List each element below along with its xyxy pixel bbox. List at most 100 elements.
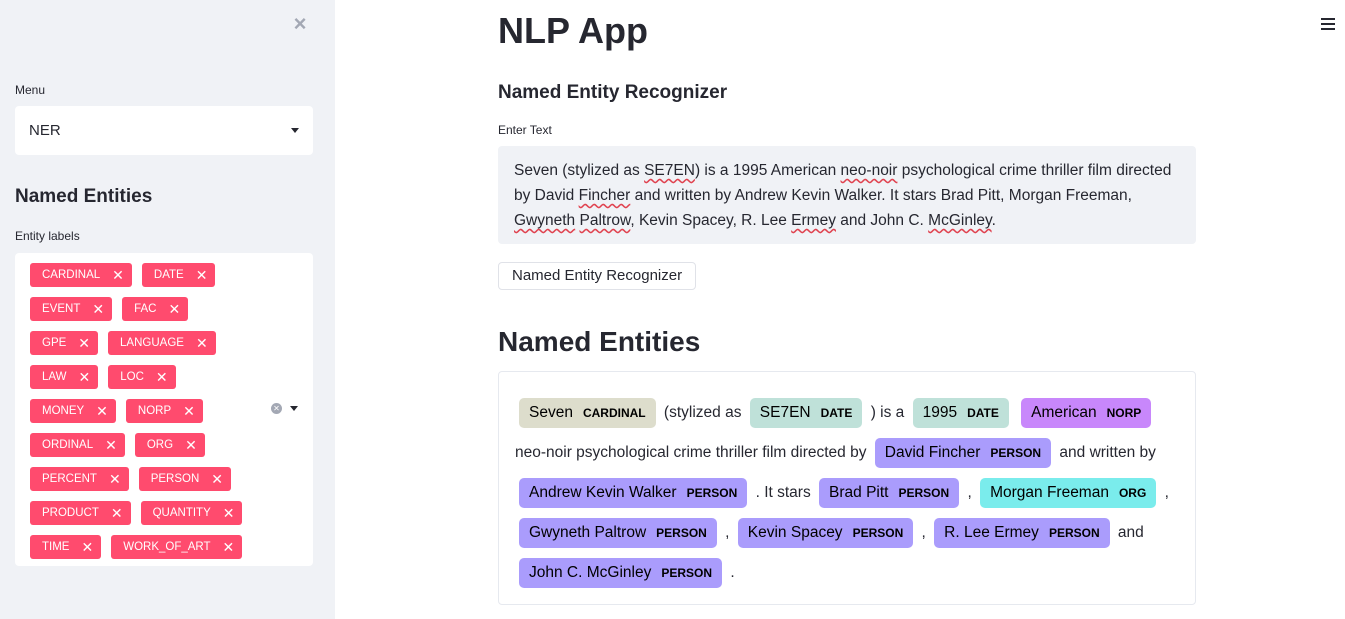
entity-label: DATE: [967, 406, 999, 420]
entity-highlight: John C. McGinley PERSON: [519, 558, 723, 588]
entity-highlight: 1995 DATE: [912, 398, 1009, 428]
entity-tag: DATE ✕: [141, 263, 216, 287]
entity-tag-label: LANGUAGE: [120, 337, 184, 349]
tag-list: CARDINAL ✕ DATE ✕ EVENT ✕ FAC ✕ GPE ✕ LANGUAGE ✕ LAW…: [30, 263, 260, 569]
clear-all-icon[interactable]: ✕: [271, 403, 282, 414]
entity-tag-label: FAC: [134, 303, 157, 315]
entity-tag: NORP ✕: [125, 399, 203, 423]
entity-tag: MONEY ✕: [30, 399, 116, 423]
entity-text: Gwyneth Paltrow: [529, 524, 647, 541]
entity-highlight: R. Lee Ermey PERSON: [934, 518, 1110, 548]
entity-tag: TIME ✕: [30, 535, 102, 559]
remove-tag-icon[interactable]: ✕: [168, 302, 180, 316]
text-segment: and written by Andrew Kevin Walker. It s…: [630, 187, 1132, 204]
remove-tag-icon[interactable]: ✕: [183, 404, 195, 418]
text-segment: , Kevin Spacey, R. Lee: [630, 212, 792, 229]
entity-tag-label: WORK_OF_ART: [123, 541, 211, 553]
ner-output: Seven CARDINAL (stylized as SE7EN DATE ) i…: [498, 371, 1196, 605]
entity-tag: ORG ✕: [134, 433, 205, 457]
remove-tag-icon[interactable]: ✕: [112, 268, 124, 282]
entity-tag: LOC ✕: [108, 365, 176, 389]
entity-tag-label: EVENT: [42, 303, 81, 315]
entity-label: PERSON: [686, 486, 738, 500]
plain-text: and: [1113, 524, 1149, 541]
remove-tag-icon[interactable]: ✕: [92, 302, 104, 316]
remove-tag-icon[interactable]: ✕: [156, 370, 168, 384]
remove-tag-icon[interactable]: ✕: [81, 540, 93, 554]
entity-text: Seven: [529, 404, 573, 421]
hamburger-menu-icon[interactable]: [1321, 18, 1335, 33]
plain-text: (stylized as: [659, 404, 746, 421]
remove-tag-icon[interactable]: ✕: [78, 336, 90, 350]
remove-tag-icon[interactable]: ✕: [223, 506, 235, 520]
entity-tag: FAC ✕: [122, 297, 189, 321]
chevron-down-icon: [291, 128, 299, 133]
remove-tag-icon[interactable]: ✕: [105, 438, 117, 452]
menu-select-value: NER: [29, 122, 61, 139]
tag-row: MONEY ✕ NORP ✕: [30, 399, 260, 423]
plain-text: ,: [720, 524, 734, 541]
remove-tag-icon[interactable]: ✕: [196, 268, 208, 282]
tag-row: ORDINAL ✕ ORG ✕: [30, 433, 260, 457]
tag-row: PRODUCT ✕ QUANTITY ✕: [30, 501, 260, 525]
entity-label: CARDINAL: [582, 406, 646, 420]
entity-text: Andrew Kevin Walker: [529, 484, 677, 501]
chevron-down-icon[interactable]: [290, 406, 298, 411]
text-segment: and John C.: [835, 212, 929, 229]
entity-tag: WORK_OF_ART ✕: [111, 535, 243, 559]
entity-tag-label: CARDINAL: [42, 269, 101, 281]
remove-tag-icon[interactable]: ✕: [109, 472, 121, 486]
text-segment: Seven (stylized as: [514, 162, 645, 179]
entity-label: PERSON: [656, 526, 707, 540]
plain-text: ,: [917, 524, 931, 541]
remove-tag-icon[interactable]: ✕: [223, 540, 235, 554]
entity-tag-label: GPE: [42, 337, 67, 349]
entity-highlight: Brad Pitt PERSON: [819, 478, 960, 508]
entity-tag-label: TIME: [42, 541, 70, 553]
recognize-button[interactable]: Named Entity Recognizer: [498, 262, 697, 290]
entity-tag: EVENT ✕: [30, 297, 113, 321]
entity-tag-label: PERSON: [150, 473, 200, 485]
entity-tag-label: LOC: [120, 371, 144, 383]
spellcheck-word: Fincher: [578, 187, 631, 204]
results-title: Named Entities: [498, 326, 701, 357]
entity-highlight: American NORP: [1021, 398, 1152, 428]
plain-text: [1013, 404, 1017, 421]
remove-tag-icon[interactable]: ✕: [79, 370, 91, 384]
entity-highlight: Seven CARDINAL: [519, 398, 656, 428]
entity-labels-multiselect[interactable]: CARDINAL ✕ DATE ✕ EVENT ✕ FAC ✕ GPE ✕ LANGUAGE ✕ LAW…: [15, 253, 313, 566]
entity-text: Kevin Spacey: [747, 524, 843, 541]
plain-text: ,: [1160, 484, 1174, 501]
remove-tag-icon[interactable]: ✕: [96, 404, 108, 418]
tag-row: LAW ✕ LOC ✕: [30, 365, 260, 389]
tag-row: TIME ✕ WORK_OF_ART ✕: [30, 535, 260, 559]
menu-label: Menu: [15, 83, 46, 97]
entity-tag: LANGUAGE ✕: [108, 331, 216, 355]
spellcheck-word: SE7EN: [644, 162, 695, 179]
text-input[interactable]: Seven (stylized as SE7EN) is a 1995 Amer…: [498, 146, 1196, 244]
entity-tag: QUANTITY ✕: [140, 501, 243, 525]
sidebar-heading: Named Entities: [15, 186, 153, 207]
entity-tag: GPE ✕: [30, 331, 99, 355]
entity-text: David Fincher: [884, 444, 981, 461]
entity-tag-label: DATE: [153, 269, 184, 281]
entity-text: Brad Pitt: [829, 484, 889, 501]
text-segment: ) is a 1995 American: [694, 162, 841, 179]
page-title: NLP App: [498, 10, 648, 51]
entity-label: PERSON: [898, 486, 950, 500]
plain-text: ,: [963, 484, 977, 501]
entity-text: R. Lee Ermey: [944, 524, 1039, 541]
entity-highlight: Morgan Freeman ORG: [980, 478, 1157, 508]
entity-label: PERSON: [852, 526, 904, 540]
tag-row: CARDINAL ✕ DATE ✕: [30, 263, 260, 287]
entity-label: NORP: [1106, 406, 1142, 420]
entity-text: American: [1031, 404, 1097, 421]
close-icon[interactable]: ×: [290, 13, 310, 35]
remove-tag-icon[interactable]: ✕: [185, 438, 197, 452]
menu-select[interactable]: NER: [15, 106, 313, 155]
remove-tag-icon[interactable]: ✕: [196, 336, 208, 350]
remove-tag-icon[interactable]: ✕: [211, 472, 223, 486]
remove-tag-icon[interactable]: ✕: [111, 506, 123, 520]
entity-label: PERSON: [990, 446, 1042, 460]
ner-content: Seven CARDINAL (stylized as SE7EN DATE ) i…: [515, 393, 1185, 593]
